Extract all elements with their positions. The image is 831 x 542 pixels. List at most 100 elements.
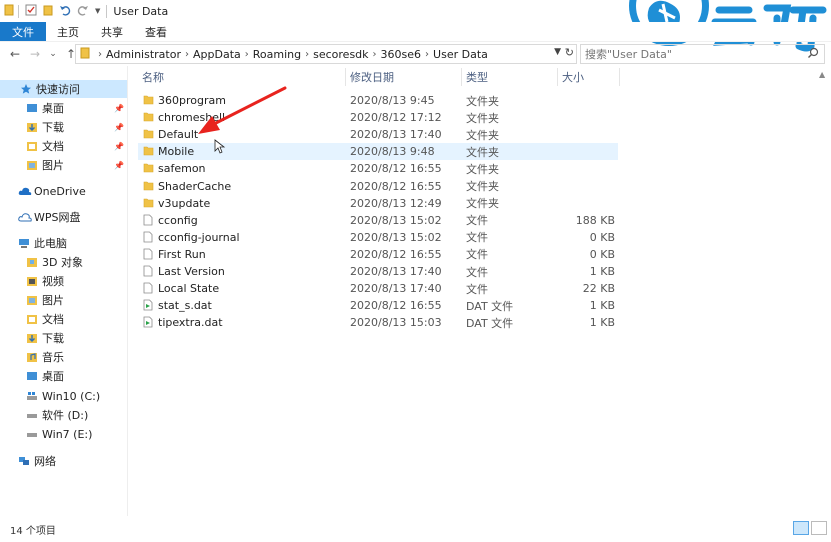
breadcrumb: › Administrator › AppData › Roaming › se…	[94, 48, 488, 61]
sidebar-item-network[interactable]: 网络	[18, 452, 56, 470]
pin-icon[interactable]: 📌	[114, 142, 124, 151]
column-header-name[interactable]: 名称	[142, 68, 164, 86]
undo-icon[interactable]	[59, 4, 71, 19]
sidebar-item-documents-pc[interactable]: 文档	[26, 310, 64, 328]
tab-share[interactable]: 共享	[90, 22, 134, 41]
divider	[18, 4, 19, 18]
sidebar-item-quick-access[interactable]: 快速访问	[0, 80, 127, 98]
breadcrumb-item[interactable]: 360se6	[381, 48, 422, 61]
breadcrumb-item[interactable]: User Data	[433, 48, 488, 61]
table-row[interactable]: tipextra.dat 2020/8/13 15:03 DAT 文件 1 KB	[138, 314, 618, 331]
table-row[interactable]: Last Version 2020/8/13 17:40 文件 1 KB	[138, 263, 618, 280]
sidebar-item-desktop[interactable]: 桌面	[26, 99, 64, 117]
download-icon	[26, 121, 38, 133]
table-row[interactable]: safemon 2020/8/12 16:55 文件夹	[138, 160, 618, 177]
sidebar-item-label: Win10 (C:)	[42, 389, 101, 403]
chevron-right-icon: ›	[98, 48, 102, 60]
sidebar-item-wps-cloud[interactable]: WPS网盘	[18, 208, 81, 226]
pin-icon[interactable]: 📌	[114, 161, 124, 170]
pin-icon[interactable]: 📌	[114, 104, 124, 113]
sidebar-item-pictures-pc[interactable]: 图片	[26, 291, 64, 309]
new-folder-icon[interactable]	[43, 4, 53, 19]
sidebar-item-label: Win7 (E:)	[42, 427, 93, 441]
table-row[interactable]: Local State 2020/8/13 17:40 文件 22 KB	[138, 280, 618, 297]
search-icon[interactable]	[807, 47, 819, 62]
sidebar-item-downloads-pc[interactable]: 下载	[26, 329, 64, 347]
chevron-right-icon[interactable]: ›	[245, 49, 249, 60]
table-row[interactable]: v3update 2020/8/13 12:49 文件夹	[138, 195, 618, 212]
large-icons-view-icon[interactable]	[811, 521, 827, 535]
column-divider[interactable]	[345, 68, 346, 86]
forward-icon[interactable]: →	[27, 47, 43, 61]
file-name: tipextra.dat	[158, 316, 223, 330]
file-type: 文件	[466, 282, 488, 296]
table-row[interactable]: stat_s.dat 2020/8/12 16:55 DAT 文件 1 KB	[138, 297, 618, 314]
breadcrumb-item[interactable]: AppData	[193, 48, 241, 61]
file-type: DAT 文件	[466, 299, 514, 313]
sidebar-item-this-pc[interactable]: 此电脑	[18, 234, 67, 252]
column-header-size[interactable]: 大小	[562, 68, 584, 86]
documents-icon	[26, 313, 38, 325]
sidebar-item-onedrive[interactable]: OneDrive	[18, 182, 86, 200]
column-divider[interactable]	[557, 68, 558, 86]
column-divider[interactable]	[461, 68, 462, 86]
table-row[interactable]: ShaderCache 2020/8/12 16:55 文件夹	[138, 178, 618, 195]
sidebar-item-drive-c[interactable]: Win10 (C:)	[26, 387, 100, 405]
customize-toolbar-icon[interactable]: ▼	[95, 7, 100, 15]
column-header-date[interactable]: 修改日期	[350, 68, 394, 86]
sidebar-item-videos[interactable]: 视频	[26, 272, 64, 290]
drive-icon	[26, 428, 38, 440]
file-date: 2020/8/13 17:40	[350, 128, 442, 142]
scroll-up-icon[interactable]: ▲	[819, 70, 825, 79]
column-header-type[interactable]: 类型	[466, 68, 488, 86]
tab-view[interactable]: 查看	[134, 22, 178, 41]
table-row[interactable]: Mobile 2020/8/13 9:48 文件夹	[138, 143, 618, 161]
recent-locations-icon[interactable]: ⌄	[45, 49, 61, 59]
sidebar-item-music[interactable]: 音乐	[26, 348, 64, 366]
folder-icon	[143, 111, 154, 125]
column-divider[interactable]	[619, 68, 620, 86]
breadcrumb-item[interactable]: Roaming	[253, 48, 301, 61]
chevron-right-icon[interactable]: ›	[373, 49, 377, 60]
sidebar-item-label: 快速访问	[36, 83, 80, 96]
sidebar-item-label: WPS网盘	[34, 211, 81, 224]
breadcrumb-item[interactable]: secoresdk	[313, 48, 368, 61]
cloud-icon	[18, 185, 32, 197]
dat-file-icon	[143, 299, 153, 314]
sidebar-item-label: 文档	[42, 140, 64, 153]
sidebar-item-downloads[interactable]: 下载	[26, 118, 64, 136]
sidebar-item-desktop-pc[interactable]: 桌面	[26, 367, 64, 385]
sidebar-item-pictures[interactable]: 图片	[26, 156, 64, 174]
properties-icon[interactable]	[25, 4, 37, 19]
refresh-icon[interactable]: ↻	[565, 46, 574, 59]
chevron-down-icon[interactable]: ▼	[554, 47, 561, 57]
back-icon[interactable]: ←	[7, 47, 23, 61]
search-input[interactable]	[585, 47, 800, 61]
table-row[interactable]: cconfig 2020/8/13 15:02 文件 188 KB	[138, 212, 618, 229]
file-name: cconfig	[158, 213, 198, 227]
sidebar-item-3d-objects[interactable]: 3D 对象	[26, 253, 83, 271]
chevron-right-icon[interactable]: ›	[425, 49, 429, 60]
details-view-icon[interactable]	[793, 521, 809, 535]
file-type: 文件	[466, 248, 488, 262]
search-box[interactable]	[580, 44, 825, 64]
sidebar-item-documents[interactable]: 文档	[26, 137, 64, 155]
chevron-right-icon[interactable]: ›	[185, 49, 189, 60]
sidebar-item-label: 网络	[34, 455, 56, 468]
pictures-icon	[26, 294, 38, 306]
table-row[interactable]: First Run 2020/8/12 16:55 文件 0 KB	[138, 246, 618, 263]
windows-drive-icon	[26, 390, 38, 402]
annotation-arrow	[198, 86, 287, 134]
sidebar-item-drive-d[interactable]: 软件 (D:)	[26, 406, 88, 424]
chevron-right-icon[interactable]: ›	[305, 49, 309, 60]
breadcrumb-item[interactable]: Administrator	[106, 48, 181, 61]
file-date: 2020/8/13 15:02	[350, 230, 442, 244]
tab-file[interactable]: 文件	[0, 22, 46, 41]
table-row[interactable]: cconfig-journal 2020/8/13 15:02 文件 0 KB	[138, 229, 618, 246]
address-bar[interactable]: › Administrator › AppData › Roaming › se…	[75, 44, 577, 64]
pin-icon[interactable]: 📌	[114, 123, 124, 132]
redo-icon[interactable]	[77, 4, 89, 19]
sidebar-item-drive-e[interactable]: Win7 (E:)	[26, 425, 92, 443]
tab-home[interactable]: 主页	[46, 22, 90, 41]
vertical-scrollbar[interactable]: ▲	[815, 66, 831, 516]
